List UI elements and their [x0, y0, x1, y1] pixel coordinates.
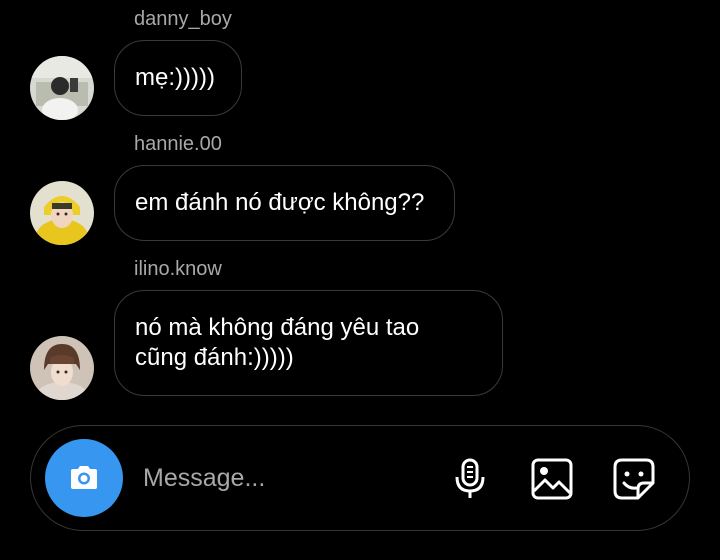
avatar[interactable]: [30, 181, 94, 245]
camera-icon: [71, 466, 97, 489]
message-bubble[interactable]: em đánh nó được không??: [114, 165, 455, 241]
gallery-button[interactable]: [529, 456, 575, 502]
sender-name: ilino.know: [134, 258, 222, 280]
image-gallery-icon: [531, 458, 573, 500]
sticker-icon: [613, 458, 655, 500]
message-composer: [30, 425, 690, 531]
microphone-button[interactable]: [447, 456, 493, 502]
message-thread: danny_boy mẹ:))))) hannie.00 em đánh nó …: [0, 0, 720, 420]
message-input[interactable]: [143, 456, 423, 500]
avatar[interactable]: [30, 336, 94, 400]
sender-name: danny_boy: [134, 8, 232, 30]
avatar[interactable]: [30, 56, 94, 120]
avatar-image: [30, 181, 94, 245]
avatar-image: [30, 56, 94, 120]
message-bubble[interactable]: nó mà không đáng yêu tao cũng đánh:))))): [114, 290, 503, 396]
avatar-image: [30, 336, 94, 400]
message-bubble[interactable]: mẹ:))))): [114, 40, 242, 116]
microphone-icon: [455, 458, 485, 498]
sticker-button[interactable]: [611, 456, 657, 502]
sender-name: hannie.00: [134, 133, 222, 155]
camera-button[interactable]: [45, 439, 123, 517]
